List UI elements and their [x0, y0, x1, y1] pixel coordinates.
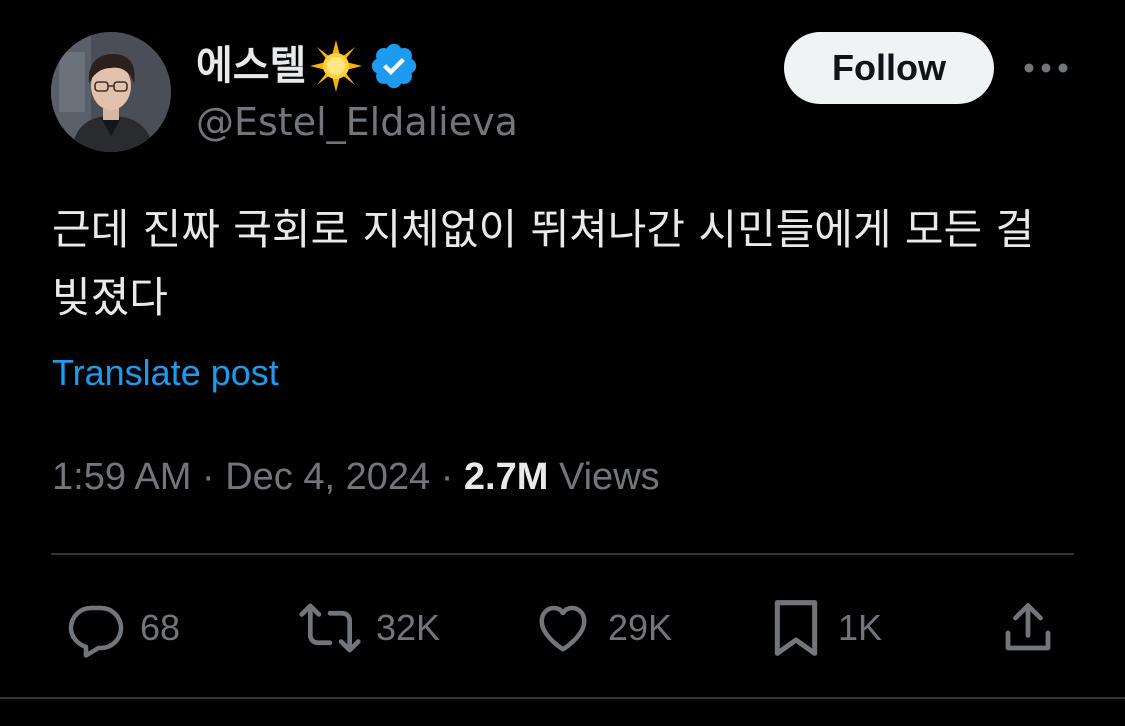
- meta-separator: ·: [201, 456, 226, 498]
- like-button[interactable]: 29K: [532, 596, 672, 660]
- author-name-row[interactable]: 에스텔: [196, 38, 420, 94]
- post-meta: 1:59 AM · Dec 4, 2024 · 2.7M Views: [52, 450, 660, 504]
- heart-icon: [539, 605, 587, 652]
- repost-count: 32K: [376, 607, 441, 648]
- meta-separator: ·: [440, 456, 464, 498]
- reply-button[interactable]: 68: [66, 596, 180, 660]
- post-date[interactable]: Dec 4, 2024: [225, 456, 430, 498]
- post-time[interactable]: 1:59 AM: [52, 456, 191, 498]
- divider: [0, 697, 1125, 699]
- bookmark-icon: [774, 600, 818, 656]
- share-icon: [1005, 603, 1051, 651]
- more-horizontal-icon: [1024, 63, 1068, 73]
- glowing-star-emoji: [308, 38, 364, 94]
- repost-button[interactable]: 32K: [298, 596, 440, 660]
- bookmark-count: 1K: [838, 607, 883, 648]
- post-text: 근데 진짜 국회로 지체없이 뛰쳐나간 시민들에게 모든 걸 빚졌다: [52, 205, 1035, 322]
- bookmark-button[interactable]: 1K: [768, 596, 882, 660]
- more-options-button[interactable]: [1018, 48, 1074, 88]
- reply-icon: [68, 605, 124, 658]
- avatar-photo: [51, 32, 171, 152]
- follow-button[interactable]: Follow: [784, 32, 994, 104]
- author-handle[interactable]: @Estel_Eldalieva: [196, 98, 518, 146]
- divider: [51, 553, 1074, 555]
- translate-post-link[interactable]: Translate post: [52, 348, 279, 398]
- author-display-name[interactable]: 에스텔: [196, 38, 306, 94]
- share-button[interactable]: [998, 596, 1058, 660]
- like-count: 29K: [608, 607, 673, 648]
- repost-icon: [299, 603, 361, 653]
- views-count: 2.7M: [463, 456, 549, 498]
- reply-count: 68: [140, 607, 181, 648]
- avatar[interactable]: [51, 32, 171, 152]
- tweet-detail: 에스텔 @Estel_Eldalieva Follow 근데 진짜 국회로 지체…: [0, 0, 1125, 726]
- verified-badge-icon[interactable]: [368, 40, 420, 92]
- views-label: Views: [558, 456, 660, 498]
